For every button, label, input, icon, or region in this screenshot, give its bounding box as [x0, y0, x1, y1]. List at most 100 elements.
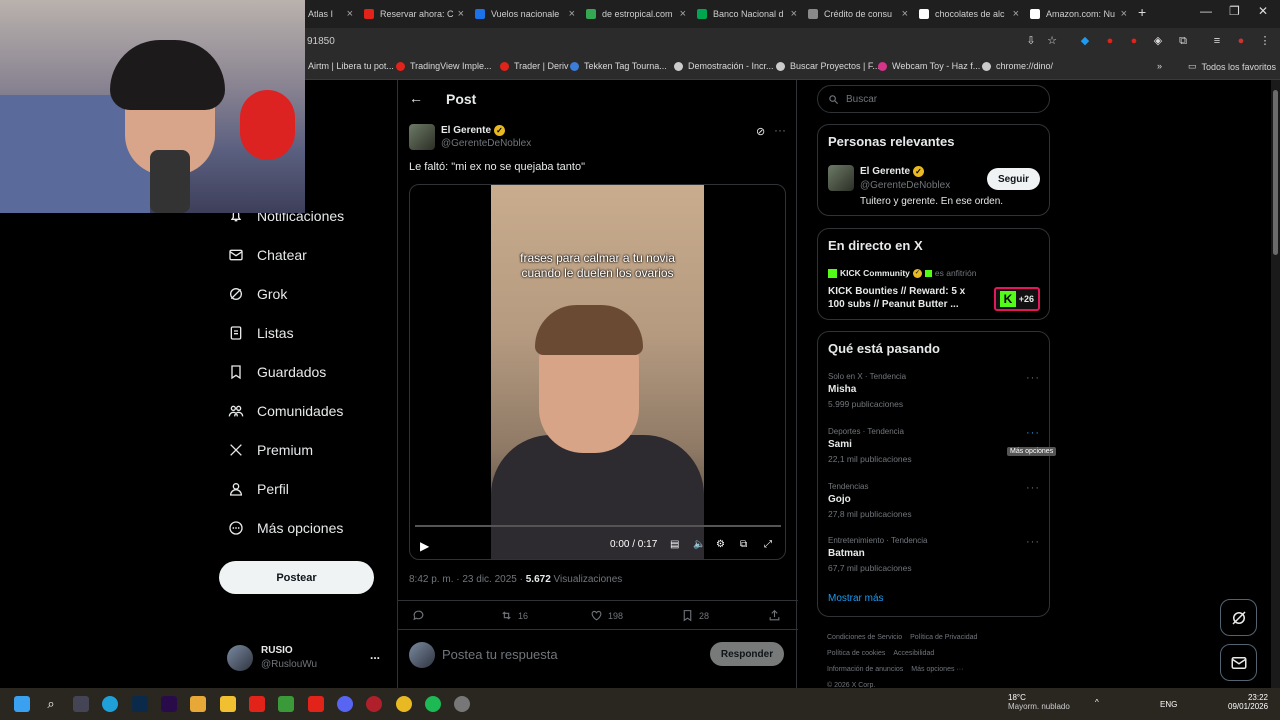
- close-tab-icon[interactable]: ×: [569, 8, 575, 20]
- like-action[interactable]: 198: [590, 609, 623, 622]
- tray-chevron-icon[interactable]: ^: [1095, 698, 1099, 707]
- extension-icon[interactable]: ●: [1127, 34, 1141, 48]
- chrome-icon[interactable]: [396, 696, 412, 712]
- close-window-icon[interactable]: ✕: [1258, 4, 1268, 18]
- video-progress-bar[interactable]: [415, 525, 781, 527]
- browser-tab[interactable]: Atlas I ×: [308, 4, 353, 24]
- minimize-icon[interactable]: —: [1200, 4, 1212, 18]
- new-tab-button[interactable]: +: [1138, 4, 1146, 20]
- reply-button[interactable]: Responder: [710, 642, 784, 666]
- url-field[interactable]: 91850: [307, 36, 335, 47]
- bookmark-item[interactable]: Buscar Proyectos | F...: [776, 61, 880, 71]
- footer-link[interactable]: Información de anuncios: [827, 666, 903, 673]
- relevant-name[interactable]: El Gerente ✓: [860, 166, 925, 177]
- nav-item-more[interactable]: Más opciones: [228, 520, 343, 536]
- bookmark-item[interactable]: Tekken Tag Tourna...: [570, 61, 667, 71]
- bookmark-item[interactable]: chrome://dino/: [982, 61, 1053, 71]
- close-tab-icon[interactable]: ×: [791, 8, 797, 20]
- picture-in-picture-icon[interactable]: ⧉: [740, 539, 747, 550]
- show-more-link[interactable]: Mostrar más: [828, 593, 884, 604]
- live-host[interactable]: KICK Community ✓ es anfitrión: [828, 268, 976, 278]
- trend-more-icon[interactable]: ···: [1026, 427, 1040, 439]
- account-more-icon[interactable]: ...: [370, 648, 380, 662]
- scrollbar-thumb[interactable]: [1273, 90, 1278, 255]
- browser-tab[interactable]: Crédito de consu ×: [808, 4, 908, 24]
- trend-more-icon[interactable]: ···: [1026, 482, 1040, 494]
- browser-tab[interactable]: Banco Nacional d ×: [697, 4, 797, 24]
- extension-icon[interactable]: ◆: [1078, 34, 1092, 48]
- premiere-icon[interactable]: [161, 696, 177, 712]
- app-icon[interactable]: [249, 696, 265, 712]
- settings-gear-icon[interactable]: ⚙: [716, 539, 725, 550]
- extension-icon[interactable]: ●: [1103, 34, 1117, 48]
- search-input[interactable]: Buscar: [817, 85, 1050, 113]
- nav-item-bookmarks[interactable]: Guardados: [228, 364, 326, 380]
- reply-action[interactable]: [412, 609, 430, 622]
- footer-link[interactable]: Política de Privacidad: [910, 634, 977, 641]
- footer-link[interactable]: Política de cookies: [827, 650, 885, 657]
- trend-more-icon[interactable]: ···: [1026, 372, 1040, 384]
- messages-float-button[interactable]: [1220, 644, 1257, 681]
- weather-widget[interactable]: 18°C Mayorm. nublado: [1008, 693, 1070, 711]
- trend-item[interactable]: Entretenimiento · Tendencia Batman 67,7 …: [818, 536, 1049, 590]
- account-switcher[interactable]: RUSIO @RuslouWu ...: [227, 644, 387, 674]
- bookmark-action[interactable]: 28: [681, 609, 709, 622]
- kebab-menu-icon[interactable]: ⋮: [1258, 34, 1272, 48]
- search-icon[interactable]: ⌕: [43, 696, 59, 712]
- author-avatar[interactable]: [409, 124, 435, 150]
- close-tab-icon[interactable]: ×: [902, 8, 908, 20]
- footer-link[interactable]: Condiciones de Servicio: [827, 634, 902, 641]
- post-more-icon[interactable]: ···: [774, 123, 786, 137]
- close-tab-icon[interactable]: ×: [1121, 8, 1127, 20]
- relevant-handle[interactable]: @GerenteDeNoblex: [860, 180, 950, 191]
- fullscreen-icon[interactable]: ⤢: [764, 539, 772, 550]
- live-thumbnail[interactable]: K +26: [994, 287, 1040, 311]
- bookmark-item[interactable]: Demostración - Incr...: [674, 61, 774, 71]
- nav-item-lists[interactable]: Listas: [228, 325, 294, 341]
- nav-item-profile[interactable]: Perfil: [228, 481, 289, 497]
- brave-icon[interactable]: [308, 696, 324, 712]
- author-name[interactable]: El Gerente ✓: [441, 125, 506, 136]
- captions-icon[interactable]: ▤: [670, 539, 679, 550]
- play-icon[interactable]: ▶: [420, 539, 429, 553]
- bookmarks-overflow-icon[interactable]: »: [1157, 61, 1162, 71]
- close-tab-icon[interactable]: ×: [347, 8, 353, 20]
- obs-icon[interactable]: [454, 696, 470, 712]
- app-icon[interactable]: [366, 696, 382, 712]
- clock[interactable]: 23:22 09/01/2026: [1228, 693, 1268, 711]
- nav-item-premium[interactable]: Premium: [228, 442, 313, 458]
- language-indicator[interactable]: ENG: [1160, 700, 1177, 709]
- star-icon[interactable]: ☆: [1045, 34, 1059, 48]
- close-tab-icon[interactable]: ×: [680, 8, 686, 20]
- nav-item-communities[interactable]: Comunidades: [228, 403, 343, 419]
- discord-icon[interactable]: [337, 696, 353, 712]
- browser-tab[interactable]: Reservar ahora: C ×: [364, 4, 464, 24]
- install-icon[interactable]: ⇩: [1024, 34, 1038, 48]
- trend-more-icon[interactable]: ···: [1026, 536, 1040, 548]
- bookmark-item[interactable]: Webcam Toy - Haz f...: [878, 61, 980, 71]
- footer-link[interactable]: Accesibilidad: [893, 650, 934, 657]
- follow-button[interactable]: Seguir: [987, 168, 1040, 190]
- reply-input[interactable]: Postea tu respuesta: [442, 647, 558, 662]
- menu-lines-icon[interactable]: ≡: [1210, 34, 1224, 48]
- volume-icon[interactable]: 🔈: [693, 539, 705, 550]
- maximize-icon[interactable]: ❐: [1229, 4, 1240, 18]
- bookmark-item[interactable]: TradingView Imple...: [396, 61, 492, 71]
- nav-item-chat[interactable]: Chatear: [228, 247, 307, 263]
- browser-tab[interactable]: Amazon.com: Nu ×: [1030, 4, 1127, 24]
- grok-float-button[interactable]: [1220, 599, 1257, 636]
- footer-link[interactable]: Más opciones ···: [911, 666, 963, 673]
- edge-icon[interactable]: [102, 696, 118, 712]
- avatar[interactable]: [828, 165, 854, 191]
- retweet-action[interactable]: 16: [500, 609, 528, 622]
- post-button[interactable]: Postear: [219, 561, 374, 594]
- profile-icon[interactable]: ●: [1234, 34, 1248, 48]
- store-icon[interactable]: [190, 696, 206, 712]
- minecraft-icon[interactable]: [278, 696, 294, 712]
- file-explorer-icon[interactable]: [220, 696, 236, 712]
- extension-icon[interactable]: ◈: [1151, 34, 1165, 48]
- bookmark-item[interactable]: Trader | Deriv: [500, 61, 569, 71]
- trend-item[interactable]: Tendencias Gojo 27,8 mil publicaciones ·…: [818, 482, 1049, 536]
- browser-tab[interactable]: chocolates de alc ×: [919, 4, 1019, 24]
- grok-icon[interactable]: ⊘: [756, 125, 765, 138]
